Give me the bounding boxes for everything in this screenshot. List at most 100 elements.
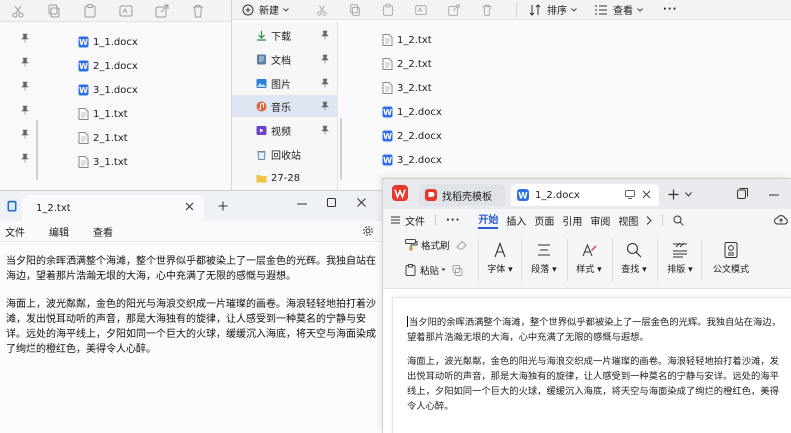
scrollbar[interactable] [340, 118, 342, 180]
style-icon [581, 242, 597, 262]
new-button[interactable]: 新建 [242, 2, 289, 17]
text-paragraph: 当夕阳的余晖洒满整个海滩，整个世界似乎都被染上了一层金色的光辉。我独自站在海边，… [6, 256, 376, 282]
file-item[interactable]: W 3_1.docx [78, 81, 138, 99]
nav-item-downloads[interactable]: 下载 [232, 24, 338, 46]
music-icon [256, 101, 267, 112]
pin-icon[interactable] [320, 78, 330, 88]
notepad-tab[interactable]: 1_2.txt [22, 195, 204, 221]
file-item[interactable]: W 2_1.docx [78, 57, 138, 75]
minimize-icon[interactable] [769, 194, 779, 196]
menu-view[interactable]: 查看 [93, 224, 113, 239]
search-icon[interactable] [673, 215, 685, 226]
file-item[interactable]: W 3_2.docx [382, 151, 442, 169]
menu-file[interactable]: 文件 [5, 224, 25, 239]
pin-icon[interactable] [320, 101, 330, 111]
close-tab-icon[interactable] [185, 202, 194, 211]
file-item[interactable]: 1_2.txt [382, 31, 432, 49]
maximize-icon[interactable] [327, 198, 336, 207]
sort-label: 排序 [547, 6, 567, 17]
tab-template-store[interactable]: 找稻壳模板 [419, 184, 505, 206]
menu-file[interactable]: 文件 [405, 213, 425, 228]
pin-icon[interactable] [20, 105, 30, 115]
eraser-icon[interactable] [455, 240, 467, 250]
view-button[interactable]: 查看 [595, 2, 643, 17]
font-button[interactable]: 字体 ▾ [486, 242, 514, 275]
nav-item-documents[interactable]: 文档 [232, 48, 338, 70]
settings-gear-icon[interactable] [362, 225, 374, 237]
copy-icon[interactable] [452, 264, 463, 276]
notepad-text-area[interactable]: 当夕阳的余晖洒满整个海滩，整个世界似乎都被染上了一层金色的光辉。我独自站在海边，… [6, 254, 380, 370]
cut-icon[interactable] [10, 3, 26, 19]
rename-icon[interactable] [414, 3, 428, 17]
scrollbar[interactable] [36, 120, 38, 180]
file-name: 3_1.docx [93, 84, 138, 96]
file-item[interactable]: W 1_1.docx [78, 33, 138, 51]
paste-icon[interactable] [381, 3, 395, 17]
pin-icon[interactable] [20, 153, 30, 163]
layout-button[interactable]: 排版 ▾ [665, 242, 695, 275]
copy-icon[interactable] [348, 3, 362, 17]
share-icon[interactable] [447, 3, 461, 17]
menu-tab-view[interactable]: 视图 [618, 213, 638, 228]
restore-icon[interactable] [737, 188, 748, 199]
menu-edit[interactable]: 编辑 [49, 224, 69, 239]
nav-item-folder-27-28[interactable]: 27-28 [232, 167, 338, 189]
more-menu-icon[interactable]: ··· [446, 215, 460, 226]
nav-item-recycle-bin[interactable]: 回收站 [232, 143, 338, 165]
pin-icon[interactable] [20, 81, 30, 91]
wps-logo-icon[interactable] [392, 185, 408, 201]
view-label: 查看 [613, 6, 633, 17]
tab-document[interactable]: W 1_2.docx [511, 184, 659, 206]
hamburger-icon[interactable] [391, 216, 400, 224]
format-painter-button[interactable]: 格式刷 [405, 238, 467, 252]
text-paragraph: 海面上，波光粼粼，金色的阳光与海浪交织成一片璀璨的画卷。海浪轻轻地拍打着沙滩，发… [6, 299, 376, 355]
delete-icon[interactable] [190, 3, 206, 19]
new-tab-icon[interactable] [218, 201, 228, 211]
chevron-right-icon[interactable] [646, 215, 653, 225]
share-icon[interactable] [154, 3, 170, 19]
close-window-icon[interactable] [357, 198, 366, 207]
minimize-icon[interactable] [297, 203, 307, 205]
cloud-upload-icon[interactable] [774, 214, 788, 225]
menu-tab-review[interactable]: 审阅 [590, 213, 610, 228]
pin-icon[interactable] [20, 33, 30, 43]
more-options-button[interactable]: ··· [663, 4, 677, 15]
cut-icon[interactable] [315, 3, 329, 17]
menu-tab-home[interactable]: 开始 [478, 211, 499, 229]
pin-icon[interactable] [20, 57, 30, 67]
menu-tab-reference[interactable]: 引用 [562, 213, 582, 228]
file-item[interactable]: 1_1.txt [78, 105, 128, 123]
pin-icon[interactable] [320, 54, 330, 64]
wps-tab-bar: 找稻壳模板 W 1_2.docx [383, 179, 791, 209]
style-button[interactable]: 样式 ▾ [575, 242, 603, 275]
menu-tab-page[interactable]: 页面 [534, 213, 554, 228]
file-item[interactable]: W 1_2.docx [382, 103, 442, 121]
chevron-down-icon[interactable] [685, 192, 692, 197]
file-item[interactable]: W 2_2.docx [382, 127, 442, 145]
pin-icon[interactable] [20, 129, 30, 139]
paste-icon[interactable] [82, 3, 98, 19]
window-icon[interactable] [625, 190, 635, 199]
paste-button[interactable]: 粘贴 [405, 263, 463, 277]
file-item[interactable]: 2_1.txt [78, 129, 128, 147]
delete-icon[interactable] [480, 3, 494, 17]
find-button[interactable]: 查找 ▾ [619, 242, 649, 275]
menu-tab-insert[interactable]: 插入 [506, 213, 526, 228]
rename-icon[interactable] [118, 3, 134, 19]
copy-icon[interactable] [46, 3, 62, 19]
pin-icon[interactable] [320, 30, 330, 40]
file-item[interactable]: 3_1.txt [78, 153, 128, 171]
document-text[interactable]: 当夕阳的余晖洒满整个海滩，整个世界似乎都被染上了一层金色的光辉。我独自站在海边，… [407, 315, 783, 423]
file-item[interactable]: 2_2.txt [382, 55, 432, 73]
sort-button[interactable]: 排序 [529, 2, 577, 17]
document-page[interactable]: 当夕阳的余晖洒满整个海滩，整个世界似乎都被染上了一层金色的光辉。我独自站在海边，… [392, 297, 791, 433]
nav-item-videos[interactable]: 视频 [232, 119, 338, 141]
close-tab-icon[interactable] [642, 190, 651, 199]
official-document-mode-button[interactable]: 公文模式 [709, 242, 753, 275]
paragraph-button[interactable]: 段落 ▾ [530, 242, 558, 275]
pin-icon[interactable] [320, 125, 330, 135]
nav-item-pictures[interactable]: 图片 [232, 72, 338, 94]
nav-item-music[interactable]: 音乐 [232, 95, 338, 117]
new-tab-icon[interactable] [668, 189, 679, 200]
file-item[interactable]: 3_2.txt [382, 79, 432, 97]
